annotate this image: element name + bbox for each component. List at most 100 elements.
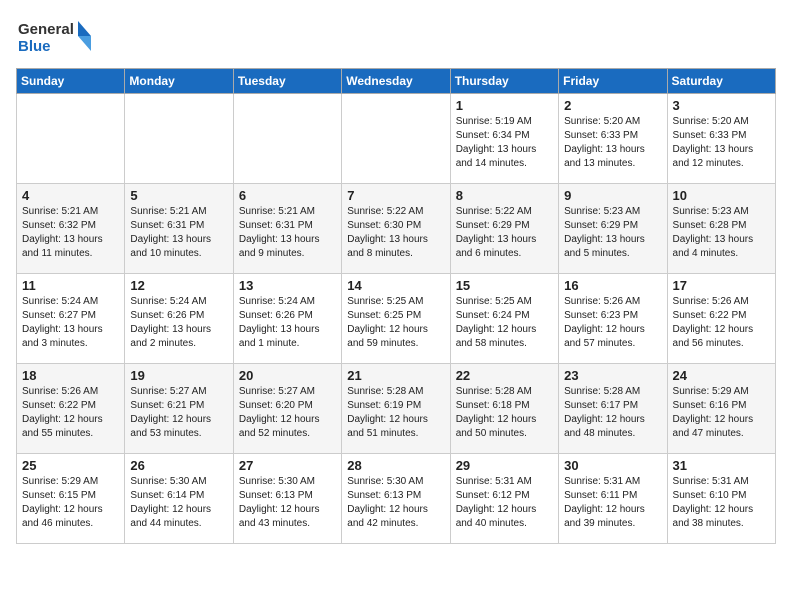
day-number: 23 [564, 368, 661, 383]
cell-info: Sunrise: 5:29 AM Sunset: 6:16 PM Dayligh… [673, 385, 770, 441]
cell-info: Sunrise: 5:31 AM Sunset: 6:11 PM Dayligh… [564, 475, 661, 531]
cell-info: Sunrise: 5:21 AM Sunset: 6:32 PM Dayligh… [22, 205, 119, 261]
calendar-cell: 7 Sunrise: 5:22 AM Sunset: 6:30 PM Daylig… [342, 184, 450, 274]
cell-info: Sunrise: 5:21 AM Sunset: 6:31 PM Dayligh… [130, 205, 227, 261]
day-number: 8 [456, 188, 553, 203]
calendar-cell: 12 Sunrise: 5:24 AM Sunset: 6:26 PM Dayli… [125, 274, 233, 364]
calendar-cell: 13Sunrise: 5:24 AM Sunset: 6:26 PM Dayli… [233, 274, 341, 364]
day-number: 14 [347, 278, 444, 293]
cell-info: Sunrise: 5:31 AM Sunset: 6:12 PM Dayligh… [456, 475, 553, 531]
day-number: 27 [239, 458, 336, 473]
cell-info: Sunrise: 5:19 AM Sunset: 6:34 PM Dayligh… [456, 115, 553, 171]
calendar-cell: 30 Sunrise: 5:31 AM Sunset: 6:11 PM Dayli… [559, 454, 667, 544]
day-number: 6 [239, 188, 336, 203]
calendar-week-row: 4 Sunrise: 5:21 AM Sunset: 6:32 PM Daylig… [17, 184, 776, 274]
day-number: 15 [456, 278, 553, 293]
calendar-cell: 2 Sunrise: 5:20 AM Sunset: 6:33 PM Daylig… [559, 94, 667, 184]
cell-info: Sunrise: 5:28 AM Sunset: 6:18 PM Dayligh… [456, 385, 553, 441]
calendar-cell: 3 Sunrise: 5:20 AM Sunset: 6:33 PM Daylig… [667, 94, 775, 184]
calendar-cell: 20 Sunrise: 5:27 AM Sunset: 6:20 PM Dayli… [233, 364, 341, 454]
day-number: 17 [673, 278, 770, 293]
calendar-cell: 6Sunrise: 5:21 AM Sunset: 6:31 PM Daylig… [233, 184, 341, 274]
calendar-cell: 11Sunrise: 5:24 AM Sunset: 6:27 PM Dayli… [17, 274, 125, 364]
calendar-cell: 27 Sunrise: 5:30 AM Sunset: 6:13 PM Dayli… [233, 454, 341, 544]
cell-info: Sunrise: 5:26 AM Sunset: 6:23 PM Dayligh… [564, 295, 661, 351]
cell-info: Sunrise: 5:24 AM Sunset: 6:26 PM Dayligh… [130, 295, 227, 351]
day-number: 2 [564, 98, 661, 113]
calendar-cell: 22 Sunrise: 5:28 AM Sunset: 6:18 PM Dayli… [450, 364, 558, 454]
day-number: 31 [673, 458, 770, 473]
day-number: 12 [130, 278, 227, 293]
calendar-cell: 25 Sunrise: 5:29 AM Sunset: 6:15 PM Dayli… [17, 454, 125, 544]
cell-info: Sunrise: 5:23 AM Sunset: 6:29 PM Dayligh… [564, 205, 661, 261]
calendar-cell: 24 Sunrise: 5:29 AM Sunset: 6:16 PM Dayli… [667, 364, 775, 454]
day-number: 9 [564, 188, 661, 203]
cell-info: Sunrise: 5:24 AM Sunset: 6:26 PM Dayligh… [239, 295, 336, 351]
cell-info: Sunrise: 5:23 AM Sunset: 6:28 PM Dayligh… [673, 205, 770, 261]
cell-info: Sunrise: 5:26 AM Sunset: 6:22 PM Dayligh… [22, 385, 119, 441]
day-number: 30 [564, 458, 661, 473]
day-number: 10 [673, 188, 770, 203]
calendar-cell: 29 Sunrise: 5:31 AM Sunset: 6:12 PM Dayli… [450, 454, 558, 544]
calendar-cell: 17 Sunrise: 5:26 AM Sunset: 6:22 PM Dayli… [667, 274, 775, 364]
cell-info: Sunrise: 5:31 AM Sunset: 6:10 PM Dayligh… [673, 475, 770, 531]
logo: GeneralBlue [16, 16, 96, 56]
calendar-cell [125, 94, 233, 184]
cell-info: Sunrise: 5:20 AM Sunset: 6:33 PM Dayligh… [673, 115, 770, 171]
weekday-header-wednesday: Wednesday [342, 69, 450, 94]
calendar-week-row: 18 Sunrise: 5:26 AM Sunset: 6:22 PM Dayli… [17, 364, 776, 454]
logo-svg: GeneralBlue [16, 16, 96, 56]
weekday-header-row: SundayMondayTuesdayWednesdayThursdayFrid… [17, 69, 776, 94]
weekday-header-monday: Monday [125, 69, 233, 94]
calendar-cell: 21Sunrise: 5:28 AM Sunset: 6:19 PM Dayli… [342, 364, 450, 454]
calendar-cell: 4 Sunrise: 5:21 AM Sunset: 6:32 PM Daylig… [17, 184, 125, 274]
day-number: 21 [347, 368, 444, 383]
cell-info: Sunrise: 5:30 AM Sunset: 6:13 PM Dayligh… [239, 475, 336, 531]
weekday-header-saturday: Saturday [667, 69, 775, 94]
day-number: 3 [673, 98, 770, 113]
cell-info: Sunrise: 5:22 AM Sunset: 6:30 PM Dayligh… [347, 205, 444, 261]
day-number: 19 [130, 368, 227, 383]
cell-info: Sunrise: 5:28 AM Sunset: 6:17 PM Dayligh… [564, 385, 661, 441]
day-number: 1 [456, 98, 553, 113]
calendar-cell: 28 Sunrise: 5:30 AM Sunset: 6:13 PM Dayli… [342, 454, 450, 544]
calendar-week-row: 1 Sunrise: 5:19 AM Sunset: 6:34 PM Daylig… [17, 94, 776, 184]
calendar-cell: 5 Sunrise: 5:21 AM Sunset: 6:31 PM Daylig… [125, 184, 233, 274]
day-number: 5 [130, 188, 227, 203]
day-number: 22 [456, 368, 553, 383]
cell-info: Sunrise: 5:29 AM Sunset: 6:15 PM Dayligh… [22, 475, 119, 531]
day-number: 20 [239, 368, 336, 383]
calendar-cell: 10 Sunrise: 5:23 AM Sunset: 6:28 PM Dayli… [667, 184, 775, 274]
day-number: 16 [564, 278, 661, 293]
calendar-week-row: 25 Sunrise: 5:29 AM Sunset: 6:15 PM Dayli… [17, 454, 776, 544]
calendar-table: SundayMondayTuesdayWednesdayThursdayFrid… [16, 68, 776, 544]
calendar-cell: 23 Sunrise: 5:28 AM Sunset: 6:17 PM Dayli… [559, 364, 667, 454]
calendar-cell: 1 Sunrise: 5:19 AM Sunset: 6:34 PM Daylig… [450, 94, 558, 184]
weekday-header-friday: Friday [559, 69, 667, 94]
calendar-cell: 16 Sunrise: 5:26 AM Sunset: 6:23 PM Dayli… [559, 274, 667, 364]
calendar-cell: 26Sunrise: 5:30 AM Sunset: 6:14 PM Dayli… [125, 454, 233, 544]
cell-info: Sunrise: 5:20 AM Sunset: 6:33 PM Dayligh… [564, 115, 661, 171]
day-number: 18 [22, 368, 119, 383]
day-number: 7 [347, 188, 444, 203]
svg-text:Blue: Blue [18, 38, 51, 55]
weekday-header-sunday: Sunday [17, 69, 125, 94]
day-number: 25 [22, 458, 119, 473]
calendar-cell [17, 94, 125, 184]
calendar-cell: 14 Sunrise: 5:25 AM Sunset: 6:25 PM Dayli… [342, 274, 450, 364]
calendar-cell: 8 Sunrise: 5:22 AM Sunset: 6:29 PM Daylig… [450, 184, 558, 274]
day-number: 11 [22, 278, 119, 293]
cell-info: Sunrise: 5:30 AM Sunset: 6:14 PM Dayligh… [130, 475, 227, 531]
cell-info: Sunrise: 5:25 AM Sunset: 6:25 PM Dayligh… [347, 295, 444, 351]
cell-info: Sunrise: 5:26 AM Sunset: 6:22 PM Dayligh… [673, 295, 770, 351]
svg-text:General: General [18, 21, 74, 38]
day-number: 28 [347, 458, 444, 473]
day-number: 29 [456, 458, 553, 473]
day-number: 4 [22, 188, 119, 203]
cell-info: Sunrise: 5:30 AM Sunset: 6:13 PM Dayligh… [347, 475, 444, 531]
calendar-week-row: 11Sunrise: 5:24 AM Sunset: 6:27 PM Dayli… [17, 274, 776, 364]
day-number: 24 [673, 368, 770, 383]
cell-info: Sunrise: 5:27 AM Sunset: 6:20 PM Dayligh… [239, 385, 336, 441]
cell-info: Sunrise: 5:22 AM Sunset: 6:29 PM Dayligh… [456, 205, 553, 261]
calendar-cell: 9 Sunrise: 5:23 AM Sunset: 6:29 PM Daylig… [559, 184, 667, 274]
